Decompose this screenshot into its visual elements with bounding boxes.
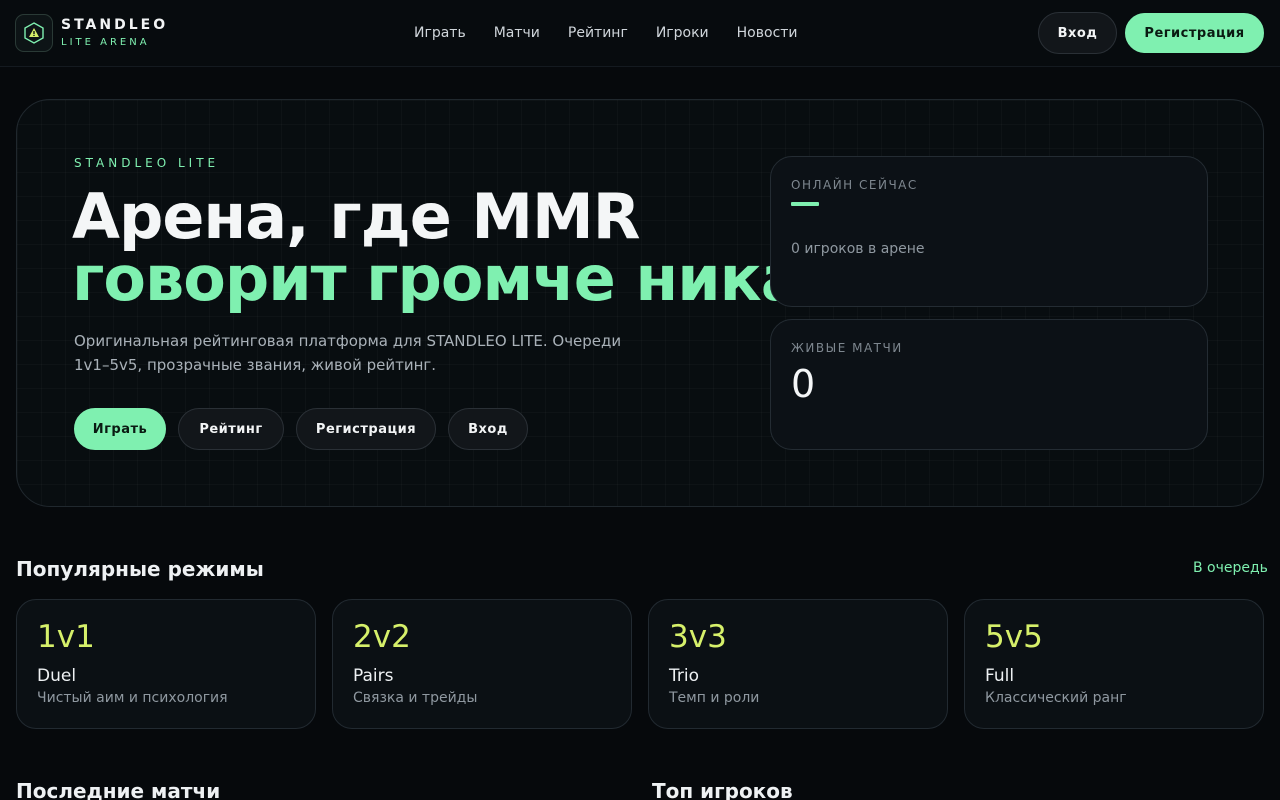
mode-card-2v2[interactable]: 2v2 Pairs Связка и трейды [332, 599, 632, 729]
header-register-button[interactable]: Регистрация [1125, 13, 1264, 53]
hero-login-button[interactable]: Вход [448, 408, 528, 450]
mode-name: Pairs [353, 666, 394, 686]
hero-actions: Играть Рейтинг Регистрация Вход [74, 408, 540, 450]
mode-description: Чистый аим и психология [37, 690, 228, 706]
mode-card-5v5[interactable]: 5v5 Full Классический ранг [964, 599, 1264, 729]
mode-description: Темп и роли [669, 690, 760, 706]
header-login-button[interactable]: Вход [1038, 12, 1117, 54]
online-now-label: ОНЛАЙН СЕЙЧАС [791, 178, 918, 192]
live-matches-value: 0 [791, 362, 816, 406]
mode-name: Duel [37, 666, 77, 686]
main-nav: Играть Матчи Рейтинг Игроки Новости [414, 24, 826, 42]
hero-eyebrow: STANDLEO LITE [74, 156, 220, 170]
hero-title-line2: говорит громче ника [72, 242, 803, 315]
online-now-card: ОНЛАЙН СЕЙЧАС 0 игроков в арене [770, 156, 1208, 307]
nav-item-news[interactable]: Новости [737, 24, 798, 42]
nav-item-rating[interactable]: Рейтинг [568, 24, 628, 42]
mode-card-1v1[interactable]: 1v1 Duel Чистый аим и психология [16, 599, 316, 729]
nav-item-matches[interactable]: Матчи [494, 24, 540, 42]
hero-title: Арена, где MMR говорит громче ника [72, 180, 803, 315]
modes-section-title: Популярные режимы [16, 557, 264, 581]
hero-register-button[interactable]: Регистрация [296, 408, 436, 450]
live-matches-card: ЖИВЫЕ МАТЧИ 0 [770, 319, 1208, 450]
top-players-title: Топ игроков [652, 779, 793, 800]
hero-panel: STANDLEO LITE Арена, где MMR говорит гро… [16, 99, 1264, 507]
mode-format: 2v2 [353, 619, 411, 655]
online-now-players: 0 игроков в арене [791, 241, 925, 257]
mode-description: Связка и трейды [353, 690, 478, 706]
triangle-alert-icon [15, 14, 53, 52]
top-header: STANDLEO LITE ARENA Играть Матчи Рейтинг… [0, 0, 1280, 67]
mode-format: 3v3 [669, 619, 727, 655]
mode-card-3v3[interactable]: 3v3 Trio Темп и роли [648, 599, 948, 729]
hero-rating-button[interactable]: Рейтинг [178, 408, 284, 450]
hero-title-line1: Арена, где MMR [72, 180, 640, 253]
mode-name: Full [985, 666, 1015, 686]
queue-link[interactable]: В очередь [1193, 560, 1268, 576]
recent-matches-title: Последние матчи [16, 779, 221, 800]
hero-play-button[interactable]: Играть [74, 408, 166, 450]
nav-item-players[interactable]: Игроки [656, 24, 709, 42]
mode-format: 1v1 [37, 619, 95, 655]
hero-description: Оригинальная рейтинговая платформа для S… [74, 332, 622, 374]
live-matches-label: ЖИВЫЕ МАТЧИ [791, 341, 903, 355]
brand-logo[interactable]: STANDLEO LITE ARENA [15, 14, 168, 52]
mode-description: Классический ранг [985, 690, 1127, 706]
online-now-placeholder [791, 202, 819, 206]
nav-item-play[interactable]: Играть [414, 24, 466, 42]
brand-subtitle: LITE ARENA [61, 36, 150, 48]
mode-format: 5v5 [985, 619, 1043, 655]
mode-name: Trio [669, 666, 699, 686]
brand-title: STANDLEO [61, 16, 169, 33]
